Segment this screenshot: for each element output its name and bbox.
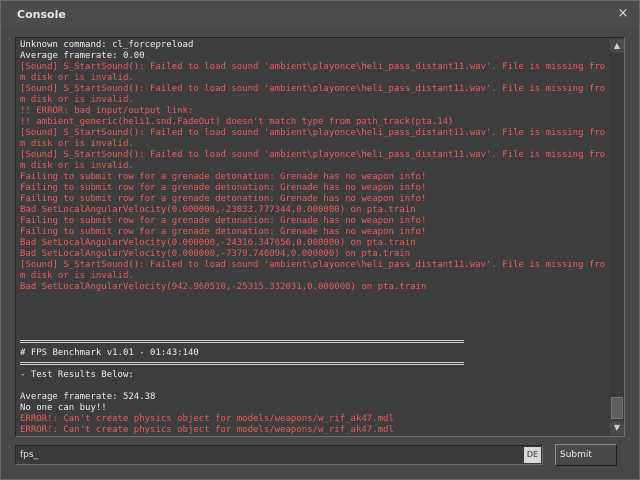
- separator-line: [20, 359, 606, 370]
- console-line: !! ambient_generic(heli1.snd,FadeOut) do…: [20, 117, 454, 127]
- console-window: Console × Unknown command: cl_forceprelo…: [0, 0, 640, 480]
- title-bar[interactable]: Console ×: [1, 1, 639, 27]
- console-line: Bad SetLocalAngularVelocity(0.000000,-23…: [20, 205, 416, 215]
- console-line: - Test Results Below:: [20, 370, 134, 380]
- console-output-panel: Unknown command: cl_forcepreload Average …: [15, 37, 625, 437]
- console-line: [Sound] S_StartSound(): Failed to load s…: [20, 84, 606, 105]
- console-line: No one can buy!!: [20, 403, 107, 413]
- submit-button[interactable]: Submit: [555, 444, 617, 466]
- console-line: !! ERROR: bad input/output link:: [20, 106, 194, 116]
- console-line: [Sound] S_StartSound(): Failed to load s…: [20, 150, 606, 171]
- window-title: Console: [17, 8, 66, 21]
- keyboard-language-indicator: DE: [524, 447, 541, 463]
- command-input[interactable]: [15, 445, 543, 465]
- console-line: Bad SetLocalAngularVelocity(0.000000,-24…: [20, 238, 416, 248]
- console-line: Average framerate: 0.00: [20, 51, 145, 61]
- console-output: Unknown command: cl_forcepreload Average …: [20, 40, 606, 434]
- console-line: Bad SetLocalAngularVelocity(942.960510,-…: [20, 282, 427, 292]
- console-line: Failing to submit row for a grenade deto…: [20, 194, 427, 204]
- separator-line: [20, 337, 606, 348]
- scroll-thumb[interactable]: [611, 397, 623, 419]
- scroll-up-icon[interactable]: ▲: [610, 39, 624, 53]
- console-scrollbar[interactable]: ▲ ▼: [610, 39, 624, 435]
- console-line: Failing to submit row for a grenade deto…: [20, 183, 427, 193]
- console-line: ERROR!: Can't create physics object for …: [20, 425, 394, 434]
- console-line: # FPS Benchmark v1.01 - 01:43:140: [20, 348, 199, 358]
- console-line: Average framerate: 524.38: [20, 392, 156, 402]
- console-line: ERROR!: Can't create physics object for …: [20, 414, 394, 424]
- console-line: Unknown command: cl_forcepreload: [20, 40, 194, 50]
- close-icon[interactable]: ×: [615, 6, 631, 22]
- console-line: Failing to submit row for a grenade deto…: [20, 172, 427, 182]
- console-line: [Sound] S_StartSound(): Failed to load s…: [20, 62, 606, 83]
- console-line: Failing to submit row for a grenade deto…: [20, 216, 427, 226]
- console-line: Failing to submit row for a grenade deto…: [20, 227, 427, 237]
- console-line: [Sound] S_StartSound(): Failed to load s…: [20, 128, 606, 149]
- console-line: [Sound] S_StartSound(): Failed to load s…: [20, 260, 606, 281]
- scroll-down-icon[interactable]: ▼: [610, 421, 624, 435]
- console-line: Bad SetLocalAngularVelocity(0.000000,-73…: [20, 249, 411, 259]
